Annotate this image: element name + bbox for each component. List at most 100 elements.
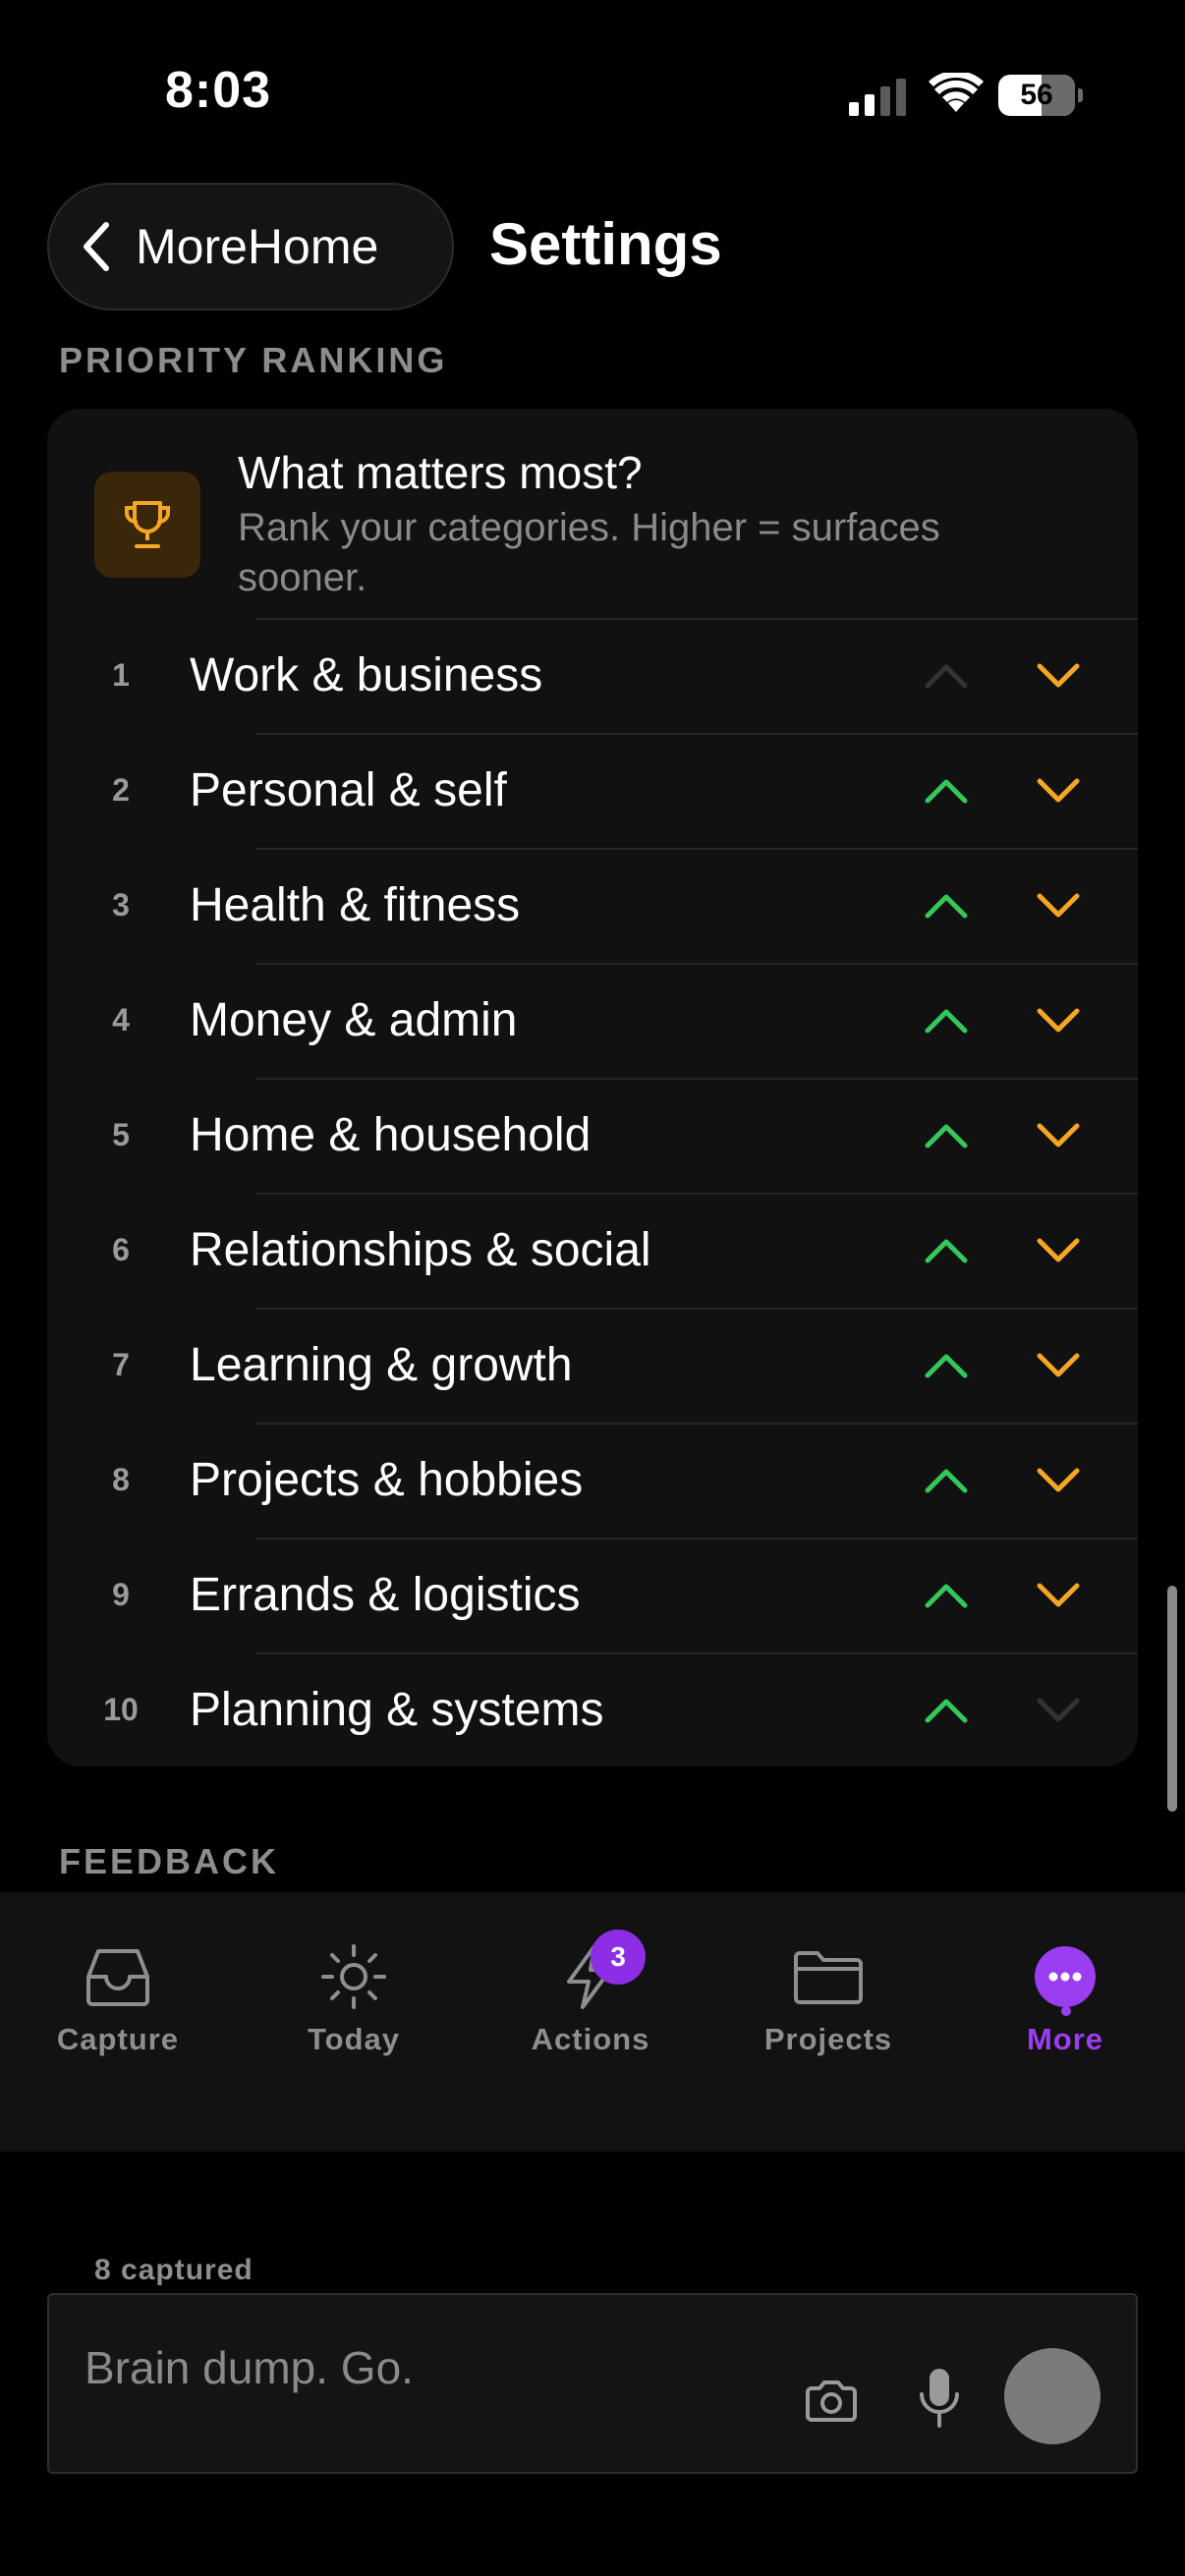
- priority-card-header: What matters most? Rank your categories.…: [47, 409, 1138, 618]
- camera-button[interactable]: [800, 2374, 863, 2429]
- rank-category-label: Health & fitness: [190, 879, 521, 931]
- move-up-button[interactable]: [916, 645, 977, 706]
- more-icon: [1034, 1939, 1097, 2014]
- feedback-section-label: FEEDBACK: [59, 1841, 280, 1881]
- move-up-button[interactable]: [916, 875, 977, 936]
- move-down-button[interactable]: [1028, 1335, 1089, 1396]
- rank-number: 8: [112, 1462, 130, 1497]
- move-down-button[interactable]: [1028, 1220, 1089, 1281]
- move-down-button[interactable]: [1028, 1565, 1089, 1626]
- move-down-button[interactable]: [1028, 1105, 1089, 1166]
- chevron-down-icon: [1037, 1123, 1080, 1148]
- priority-card-description: Rank your categories. Higher = surfaces …: [238, 506, 940, 599]
- page-title: Settings: [489, 211, 722, 277]
- move-up-button[interactable]: [916, 1105, 977, 1166]
- rank-number: 3: [112, 887, 130, 923]
- rank-row: 10 Planning & systems: [47, 1652, 1138, 1766]
- move-down-button[interactable]: [1028, 1450, 1089, 1511]
- tab-capture[interactable]: Capture: [20, 1892, 216, 2069]
- move-down-button[interactable]: [1028, 990, 1089, 1051]
- chevron-down-icon: [1037, 1468, 1080, 1492]
- tab-more-label: More: [1026, 2022, 1104, 2056]
- rank-number: 4: [112, 1002, 130, 1037]
- chevron-up-icon: [925, 779, 968, 804]
- brain-dump-input[interactable]: [85, 2338, 772, 2397]
- rank-category-label: Work & business: [190, 649, 543, 701]
- wifi-icon: [929, 73, 984, 112]
- tab-actions[interactable]: 3 Actions: [492, 1892, 689, 2069]
- move-up-button[interactable]: [916, 1450, 977, 1511]
- inbox-icon: [85, 1939, 151, 2014]
- sun-icon: [319, 1939, 388, 2014]
- battery-icon: 56: [998, 75, 1083, 116]
- chevron-up-icon: [925, 664, 968, 689]
- rank-row: 3 Health & fitness: [47, 848, 1138, 963]
- move-up-button[interactable]: [916, 990, 977, 1051]
- tab-projects[interactable]: Projects: [730, 1892, 927, 2069]
- back-button[interactable]: MoreHome: [47, 183, 454, 310]
- trophy-icon-container: [94, 472, 200, 578]
- rank-number: 1: [112, 657, 130, 693]
- microphone-button[interactable]: [914, 2366, 965, 2433]
- chevron-down-icon: [1037, 893, 1080, 918]
- priority-card-title: What matters most?: [238, 447, 643, 498]
- chevron-up-icon: [925, 1354, 968, 1378]
- rank-category-label: Money & admin: [190, 994, 518, 1046]
- scroll-indicator[interactable]: [1167, 1586, 1177, 1812]
- rank-number: 7: [112, 1347, 130, 1382]
- send-button[interactable]: [1004, 2348, 1100, 2444]
- status-time: 8:03: [165, 62, 272, 119]
- move-up-button[interactable]: [916, 760, 977, 821]
- chevron-up-icon: [925, 1009, 968, 1034]
- chevron-down-icon: [1037, 1583, 1080, 1607]
- rank-category-label: Projects & hobbies: [190, 1454, 584, 1506]
- rank-category-label: Learning & growth: [190, 1339, 573, 1391]
- chevron-down-icon: [1037, 778, 1080, 803]
- status-bar: 8:03 56: [0, 0, 1185, 187]
- actions-badge: 3: [591, 1930, 646, 1985]
- move-up-button[interactable]: [916, 1680, 977, 1741]
- move-up-button[interactable]: [916, 1565, 977, 1626]
- rank-row: 9 Errands & logistics: [47, 1538, 1138, 1652]
- rank-row: 6 Relationships & social: [47, 1193, 1138, 1308]
- move-down-button[interactable]: [1028, 1680, 1089, 1741]
- tab-actions-label: Actions: [531, 2022, 650, 2056]
- lightning-icon: 3: [561, 1930, 646, 2014]
- tab-today-label: Today: [308, 2022, 400, 2056]
- tab-more[interactable]: More: [967, 1892, 1163, 2069]
- chevron-up-icon: [925, 1584, 968, 1608]
- back-button-label: MoreHome: [136, 219, 379, 274]
- cellular-signal-icon: [849, 79, 906, 116]
- move-down-button[interactable]: [1028, 760, 1089, 821]
- move-up-button[interactable]: [916, 1335, 977, 1396]
- chevron-up-icon: [925, 1239, 968, 1263]
- rank-category-label: Relationships & social: [190, 1224, 651, 1276]
- tab-today[interactable]: Today: [255, 1892, 452, 2069]
- rank-number: 9: [112, 1577, 130, 1612]
- chevron-up-icon: [925, 1699, 968, 1723]
- rank-row: 4 Money & admin: [47, 963, 1138, 1078]
- trophy-icon: [125, 501, 170, 548]
- tab-capture-label: Capture: [56, 2022, 180, 2056]
- chevron-up-icon: [925, 894, 968, 919]
- rank-number: 10: [103, 1692, 139, 1727]
- chevron-down-icon: [1037, 663, 1080, 688]
- chevron-down-icon: [1037, 1698, 1080, 1722]
- rank-row: 7 Learning & growth: [47, 1308, 1138, 1423]
- chevron-down-icon: [1037, 1353, 1080, 1377]
- battery-percentage: 56: [1020, 79, 1053, 111]
- move-down-button[interactable]: [1028, 875, 1089, 936]
- move-up-button[interactable]: [916, 1220, 977, 1281]
- priority-section-label: PRIORITY RANKING: [59, 340, 448, 380]
- chevron-down-icon: [1037, 1008, 1080, 1033]
- active-tab-indicator: [1061, 2006, 1071, 2016]
- chevron-up-icon: [925, 1469, 968, 1493]
- captured-count: 8 captured: [94, 2254, 254, 2286]
- rank-number: 2: [112, 772, 130, 808]
- priority-ranking-card: What matters most? Rank your categories.…: [47, 409, 1138, 1766]
- chevron-up-icon: [925, 1124, 968, 1148]
- camera-icon: [806, 2380, 857, 2422]
- capture-box: [47, 2293, 1138, 2474]
- move-down-button[interactable]: [1028, 645, 1089, 706]
- rank-row: 2 Personal & self: [47, 733, 1138, 848]
